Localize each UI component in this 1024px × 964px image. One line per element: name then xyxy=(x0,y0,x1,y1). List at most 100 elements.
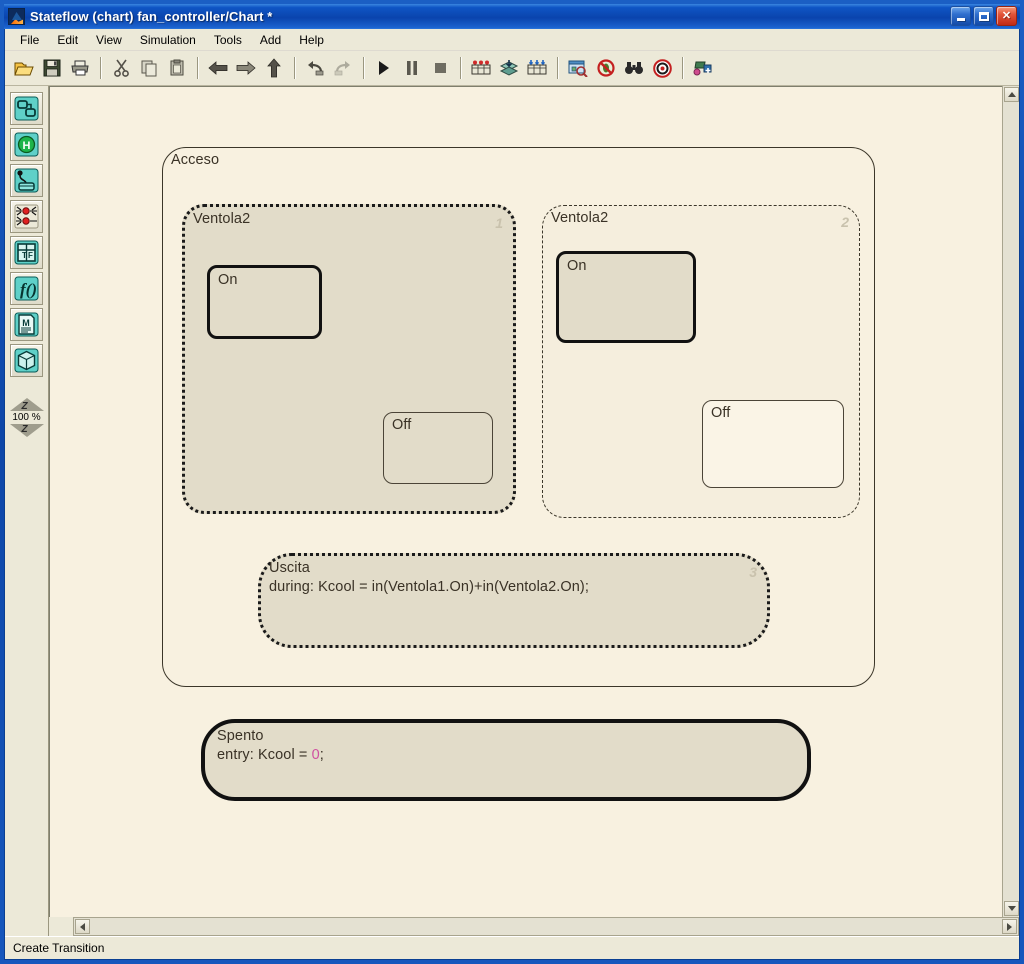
toolbar-separator xyxy=(294,57,295,79)
maximize-button[interactable] xyxy=(973,6,994,26)
scroll-right-button[interactable] xyxy=(1002,919,1017,934)
clipboard-paste-icon xyxy=(170,59,184,76)
state-uscita-name: Uscita xyxy=(269,560,310,576)
save-button[interactable] xyxy=(38,54,66,82)
stop-simulation-button[interactable] xyxy=(426,54,454,82)
menu-edit[interactable]: Edit xyxy=(48,31,87,49)
state-spento-action-suffix: ; xyxy=(319,747,324,764)
history-junction-tool[interactable]: H xyxy=(10,128,43,161)
connective-junction-tool[interactable] xyxy=(10,200,43,233)
scroll-right-arrow-icon xyxy=(1007,922,1012,931)
state-tool[interactable] xyxy=(10,92,43,125)
parallel-state-ventola-left-number: 1 xyxy=(495,215,503,231)
scroll-up-button[interactable] xyxy=(1004,87,1019,102)
title-bar: Stateflow (chart) fan_controller/Chart *… xyxy=(4,4,1020,29)
state-spento-action-value: 0 xyxy=(311,747,320,764)
state-acceso-label: Acceso xyxy=(171,152,220,168)
bullseye-target-icon xyxy=(652,58,672,78)
zoom-out-triangle-icon[interactable]: Z xyxy=(9,424,44,437)
truth-table-tool[interactable]: T F xyxy=(10,236,43,269)
cut-button[interactable] xyxy=(107,54,135,82)
set-breakpoint-button[interactable] xyxy=(467,54,495,82)
build-button[interactable] xyxy=(495,54,523,82)
chart-parse-icon xyxy=(527,60,547,75)
pause-icon xyxy=(407,61,417,75)
svg-text:T: T xyxy=(22,251,27,260)
arrow-up-icon xyxy=(267,58,281,78)
menu-view[interactable]: View xyxy=(87,31,131,49)
debug-button[interactable] xyxy=(592,54,620,82)
scroll-up-arrow-icon xyxy=(1007,92,1016,97)
default-transition-tool[interactable] xyxy=(10,164,43,197)
stateflow-canvas[interactable]: Acceso Ventola2 1 On Off Ventola2 2 On O… xyxy=(49,86,1002,917)
undo-button[interactable] xyxy=(301,54,329,82)
horizontal-scrollbar[interactable] xyxy=(73,917,1019,936)
minimize-icon xyxy=(956,17,965,21)
back-button[interactable] xyxy=(204,54,232,82)
window-body: File Edit View Simulation Tools Add Help xyxy=(4,29,1020,960)
truth-table-icon: T F xyxy=(14,240,39,265)
zoom-in-triangle-icon[interactable]: Z xyxy=(9,398,44,412)
state-off-left[interactable]: Off xyxy=(383,412,493,484)
forward-button[interactable] xyxy=(232,54,260,82)
redo-icon xyxy=(334,61,350,76)
toolbar-separator xyxy=(197,57,198,79)
model-explorer-icon xyxy=(568,60,588,77)
pause-simulation-button[interactable] xyxy=(398,54,426,82)
play-icon xyxy=(379,61,389,75)
parallel-state-ventola-left-label: Ventola2 xyxy=(193,211,251,227)
main-area: H T F f() M Z 100 % Z Acceso Ventola2 1 … xyxy=(5,86,1019,936)
default-transition-icon xyxy=(14,168,39,193)
state-uscita-action: during: Kcool = in(Ventola1.On)+in(Vento… xyxy=(269,579,589,596)
state-uscita-label: Uscita during: Kcool = in(Ventola1.On)+in… xyxy=(269,559,589,597)
minimize-button[interactable] xyxy=(950,6,971,26)
state-on-right[interactable]: On xyxy=(556,251,696,343)
state-on-left[interactable]: On xyxy=(207,265,322,339)
state-spento-label: Spento entry: Kcool = 0; xyxy=(217,727,324,765)
parse-button[interactable] xyxy=(523,54,551,82)
embedded-matlab-function-tool[interactable]: M xyxy=(10,308,43,341)
redo-button[interactable] xyxy=(329,54,357,82)
scroll-left-button[interactable] xyxy=(75,919,90,934)
state-spento-action-prefix: entry: Kcool = xyxy=(217,747,312,764)
zoom-in-letter: Z xyxy=(21,401,28,412)
state-box-icon xyxy=(14,96,39,121)
close-button[interactable]: ✕ xyxy=(996,6,1017,26)
history-h-icon: H xyxy=(14,132,39,157)
svg-text:F: F xyxy=(28,251,33,260)
close-icon: ✕ xyxy=(1001,9,1012,22)
find-button[interactable] xyxy=(620,54,648,82)
paste-button[interactable] xyxy=(163,54,191,82)
scroll-left-arrow-icon xyxy=(80,922,85,931)
graphical-function-tool[interactable]: f() xyxy=(10,272,43,305)
add-target-button[interactable] xyxy=(689,54,717,82)
window-controls: ✕ xyxy=(950,6,1017,26)
start-simulation-button[interactable] xyxy=(370,54,398,82)
state-spento-name: Spento xyxy=(217,728,264,744)
scroll-down-button[interactable] xyxy=(1004,901,1019,916)
copy-button[interactable] xyxy=(135,54,163,82)
state-uscita[interactable]: Uscita during: Kcool = in(Ventola1.On)+in… xyxy=(258,553,770,648)
canvas-row: Acceso Ventola2 1 On Off Ventola2 2 On O… xyxy=(49,86,1019,917)
menu-bar: File Edit View Simulation Tools Add Help xyxy=(5,29,1019,51)
state-off-right[interactable]: Off xyxy=(702,400,844,488)
menu-help[interactable]: Help xyxy=(290,31,333,49)
toolbar-separator xyxy=(363,57,364,79)
go-up-button[interactable] xyxy=(260,54,288,82)
explore-button[interactable] xyxy=(564,54,592,82)
zoom-level-label: 100 % xyxy=(12,412,41,423)
undo-icon xyxy=(308,61,324,76)
toolbar-separator xyxy=(100,57,101,79)
parallel-state-ventola-right-number: 2 xyxy=(841,214,849,230)
svg-text:M: M xyxy=(22,318,30,328)
state-spento[interactable]: Spento entry: Kcool = 0; xyxy=(201,719,811,801)
target-button[interactable] xyxy=(648,54,676,82)
menu-tools[interactable]: Tools xyxy=(205,31,251,49)
vertical-scrollbar[interactable] xyxy=(1002,86,1019,917)
box-tool[interactable] xyxy=(10,344,43,377)
menu-simulation[interactable]: Simulation xyxy=(131,31,205,49)
menu-file[interactable]: File xyxy=(11,31,48,49)
open-button[interactable] xyxy=(10,54,38,82)
print-button[interactable] xyxy=(66,54,94,82)
menu-add[interactable]: Add xyxy=(251,31,290,49)
